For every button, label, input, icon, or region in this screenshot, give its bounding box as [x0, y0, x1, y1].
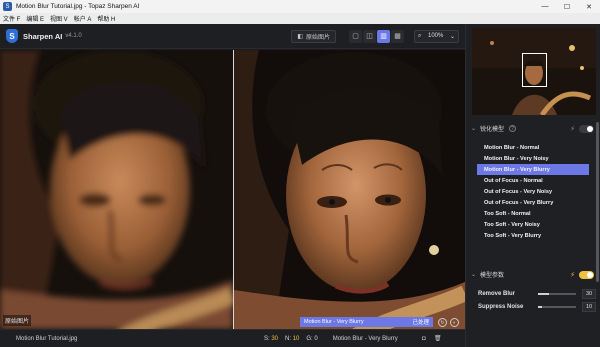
refresh-icon[interactable]: ↻: [438, 318, 447, 327]
model-section-title: 锐化模型: [480, 127, 505, 133]
model-item[interactable]: Motion Blur - Very Noisy: [477, 153, 589, 164]
param-suppress-noise: Suppress Noise 10: [466, 300, 600, 313]
view-side-by-side-button[interactable]: ▥: [377, 29, 390, 43]
slider-fill: [538, 292, 550, 295]
model-item[interactable]: Out of Focus - Very Noisy: [477, 186, 589, 197]
chevron-down-icon: ⌄: [471, 272, 477, 278]
trash-icon[interactable]: 🗑: [433, 335, 443, 342]
minimize-button[interactable]: —: [534, 0, 556, 13]
quad-view-icon: ▦: [394, 33, 401, 40]
window-title: Motion Blur Tutorial.jpg - Topaz Sharpen…: [16, 3, 140, 10]
split-view-icon: ◫: [366, 33, 373, 40]
param-label: Remove Blur: [478, 290, 516, 297]
model-item[interactable]: Too Soft - Very Blurry: [477, 230, 589, 241]
help-icon[interactable]: ?: [509, 125, 517, 132]
preview-status: 已处理: [412, 320, 429, 326]
side-by-side-icon: ▥: [380, 33, 387, 40]
model-item[interactable]: Motion Blur - Normal: [477, 142, 589, 153]
status-filename: Motion Blur Tutorial.jpg: [16, 335, 78, 342]
compare-icon: ◧: [297, 33, 303, 40]
processed-photo: [234, 50, 465, 329]
remove-blur-value[interactable]: 30: [582, 288, 596, 299]
model-section-toggle[interactable]: [579, 124, 594, 133]
image-canvas[interactable]: 原始图片 Motion Blur - Very Blurry 已处理 ↻ ◐: [0, 50, 465, 329]
app-name: Sharpen AI: [23, 31, 63, 41]
view-quad-button[interactable]: ▦: [391, 29, 404, 43]
chevron-down-icon: ⌄: [449, 33, 455, 40]
slider-fill: [538, 305, 542, 308]
params-section-toggle[interactable]: [579, 270, 594, 279]
menu-help[interactable]: 帮助 H: [97, 14, 115, 23]
app-version: v4.1.0: [65, 33, 82, 39]
close-button[interactable]: ✕: [578, 0, 600, 13]
show-original-button[interactable]: ◧ 原始图片: [291, 29, 336, 43]
zoom-value: 100%: [427, 33, 444, 39]
lightning-icon: ⚡: [570, 271, 575, 279]
model-item[interactable]: Out of Focus - Normal: [477, 175, 589, 186]
chevron-down-icon: ⌄: [471, 126, 477, 132]
model-item-selected[interactable]: Motion Blur - Very Blurry: [477, 164, 589, 175]
sharpen-logo-icon: S: [6, 29, 18, 43]
model-item[interactable]: Out of Focus - Very Blurry: [477, 197, 589, 208]
compare-circle-icon[interactable]: ◐: [450, 318, 459, 327]
suppress-noise-slider[interactable]: [538, 305, 576, 308]
view-split-button[interactable]: ◫: [363, 29, 376, 43]
main-toolbar: S Sharpen AI v4.1.0 ◧ 原始图片 ▢ ◫ ▥ ▦ ⌕ 100…: [0, 24, 465, 49]
params-section-header[interactable]: ⌄ 模型参数 ⚡: [466, 268, 600, 281]
params-section-title: 模型参数: [480, 273, 505, 279]
model-list: Motion Blur - Normal Motion Blur - Very …: [477, 142, 589, 241]
original-overlay-label: 原始图片: [3, 315, 32, 326]
params-list: Remove Blur 30 Suppress Noise 10: [466, 287, 600, 313]
zoom-dropdown[interactable]: ⌕ 100% ⌄: [414, 29, 459, 43]
app-logo-icon: S: [3, 2, 12, 11]
navigator-viewport-box[interactable]: [522, 53, 547, 87]
maximize-button[interactable]: ☐: [556, 0, 578, 13]
status-metric-s: S: 30: [264, 335, 279, 342]
model-item[interactable]: Too Soft - Normal: [477, 208, 589, 219]
param-remove-blur: Remove Blur 30: [466, 287, 600, 300]
menu-account[interactable]: 帐户 A: [74, 14, 92, 23]
model-section-header[interactable]: ⌄ 锐化模型 ? ⚡: [466, 122, 600, 135]
window-titlebar: S Motion Blur Tutorial.jpg - Topaz Sharp…: [0, 0, 600, 13]
view-mode-group: ▢ ◫ ▥ ▦: [348, 29, 404, 43]
show-original-label: 原始图片: [305, 34, 330, 41]
navigator-thumbnail[interactable]: [472, 28, 596, 115]
original-photo: [0, 50, 233, 329]
processed-image-pane: [234, 50, 465, 329]
remove-blur-slider[interactable]: [538, 292, 576, 295]
model-item[interactable]: Too Soft - Very Noisy: [477, 219, 589, 230]
original-image-pane: 原始图片: [0, 50, 233, 329]
menu-bar: 文件 F 编辑 E 视图 V 帐户 A 帮助 H: [0, 13, 600, 24]
menu-file[interactable]: 文件 F: [3, 14, 20, 23]
panel-scrollbar[interactable]: [596, 122, 599, 282]
preview-model-name: Motion Blur - Very Blurry: [304, 319, 364, 325]
param-label: Suppress Noise: [478, 303, 524, 310]
status-bar: Motion Blur Tutorial.jpg S: 30 N: 10 G: …: [0, 329, 465, 347]
camera-icon[interactable]: ◘: [419, 336, 429, 342]
view-single-button[interactable]: ▢: [349, 29, 362, 43]
status-metric-g: G: 0: [306, 335, 318, 342]
suppress-noise-value[interactable]: 10: [582, 301, 596, 312]
single-view-icon: ▢: [352, 33, 359, 40]
right-panel: ⌄ 锐化模型 ? ⚡ Motion Blur - Normal Motion B…: [465, 24, 600, 347]
status-model: Motion Blur - Very Blurry: [332, 335, 398, 342]
menu-view[interactable]: 视图 V: [50, 14, 68, 23]
lightning-icon: ⚡: [570, 125, 575, 133]
zoom-icon: ⌕: [418, 32, 422, 39]
status-metric-n: N: 10: [285, 335, 300, 342]
menu-edit[interactable]: 编辑 E: [26, 14, 44, 23]
preview-model-bar[interactable]: Motion Blur - Very Blurry 已处理: [300, 317, 433, 327]
